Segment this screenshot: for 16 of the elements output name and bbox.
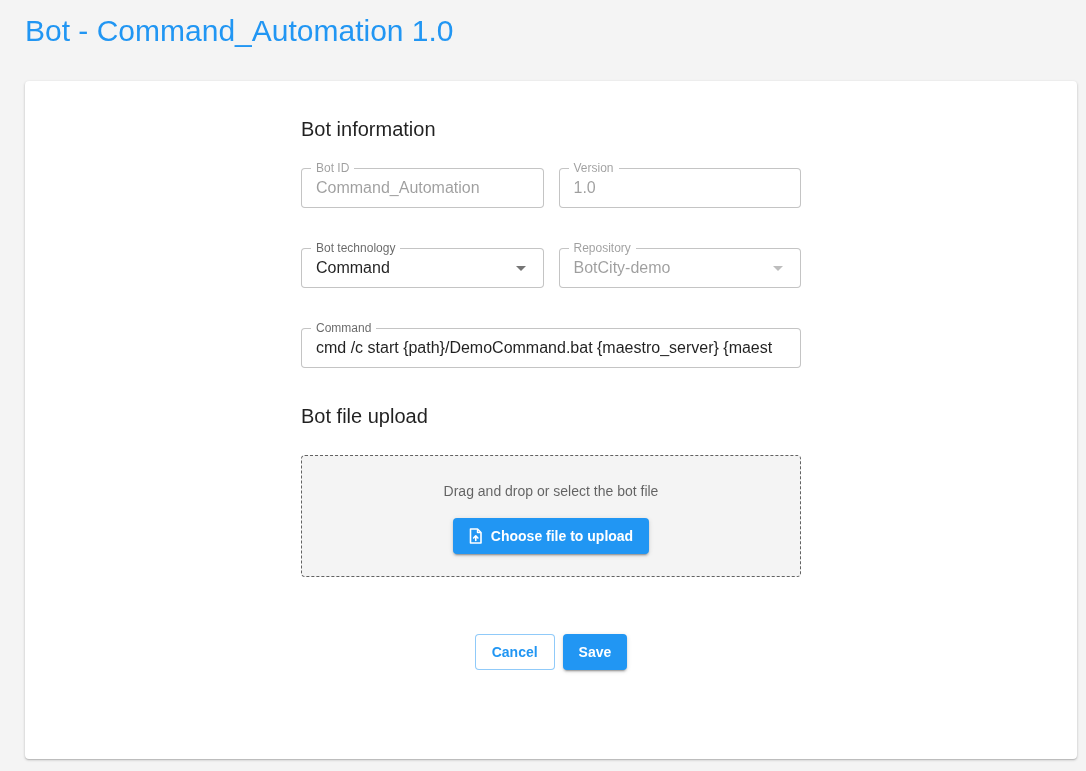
section-heading: Bot file upload [301, 404, 428, 428]
caret-icon [773, 265, 783, 271]
drop-hint: Drag and drop or select the bot file [443, 483, 659, 499]
field-label: Bot ID [311, 161, 355, 175]
caret-icon [515, 265, 526, 271]
field-label: Bot technology [311, 241, 401, 255]
cancel-button[interactable]: Cancel [474, 634, 555, 670]
drop-zone[interactable]: Drag and drop or select the bot file Choose file to upload [301, 455, 801, 577]
page-title: Bot - Command_Automation 1.0 [25, 13, 454, 49]
field-label: Command [311, 321, 377, 335]
field-label: Repository [568, 241, 636, 255]
section-heading: Bot information [301, 117, 436, 141]
upload-button[interactable]: Choose file to upload [452, 518, 650, 554]
file-upload-icon [468, 528, 482, 544]
save-button[interactable]: Save [562, 634, 628, 670]
field-label: Version [568, 161, 619, 175]
